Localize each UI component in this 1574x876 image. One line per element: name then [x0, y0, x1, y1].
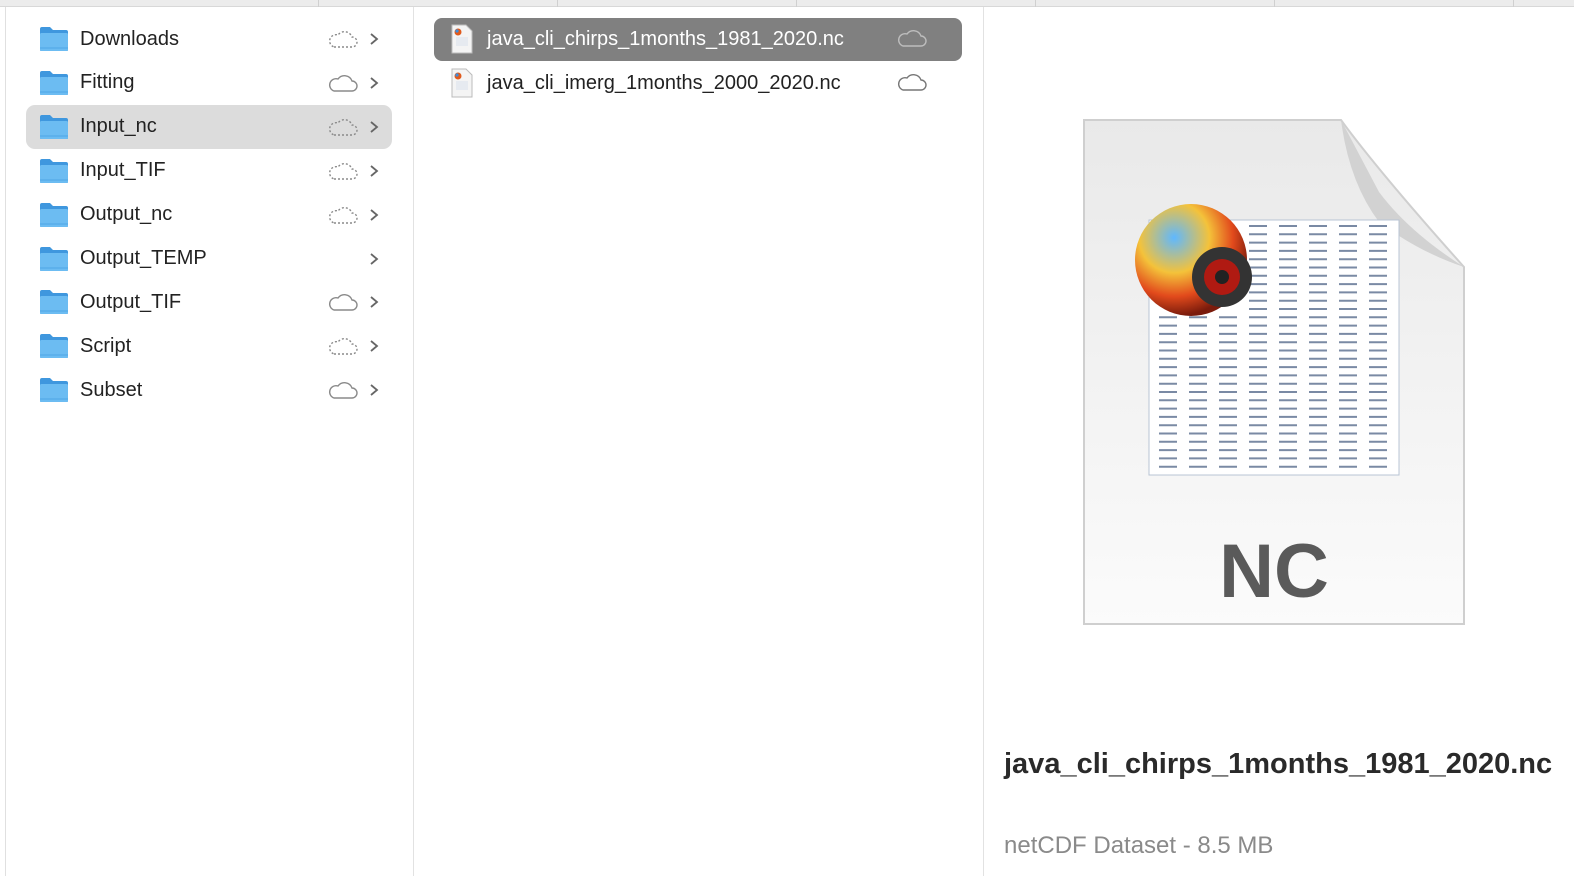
- folder-row[interactable]: Script: [26, 324, 392, 368]
- cloud-icon: [328, 382, 358, 399]
- folder-name: Input_TIF: [80, 159, 166, 182]
- chevron-right-icon: [370, 121, 379, 133]
- folder-row[interactable]: Downloads: [26, 17, 392, 61]
- chevron-right-icon: [370, 33, 379, 45]
- chevron-right-icon: [370, 340, 379, 352]
- folder-row[interactable]: Input_nc: [26, 104, 392, 149]
- cloud-icon: [328, 74, 358, 92]
- file-row[interactable]: java_cli_chirps_1months_1981_2020.nc: [434, 18, 962, 61]
- column-header-strip: [0, 0, 1574, 7]
- chevron-right-icon: [370, 252, 379, 265]
- chevron-right-icon: [370, 77, 379, 89]
- cloud-icon: [328, 294, 358, 312]
- folder-name: Fitting: [80, 71, 135, 94]
- folder-name: Output_TIF: [80, 290, 182, 313]
- folder-icon: [40, 27, 68, 51]
- folder-name: Output_nc: [80, 203, 173, 226]
- file-name: java_cli_chirps_1months_1981_2020.nc: [487, 28, 844, 50]
- cloud-dashed-icon: [328, 206, 358, 224]
- folder-row[interactable]: Input_TIF: [26, 149, 392, 193]
- folder-icon: [40, 114, 68, 139]
- folder-icon: [40, 334, 68, 359]
- chevron-right-icon: [370, 164, 379, 177]
- folder-icon: [40, 202, 68, 227]
- folder-row[interactable]: Fitting: [26, 61, 392, 105]
- file-row[interactable]: java_cli_imerg_1months_2000_2020.nc: [434, 62, 962, 105]
- chevron-right-icon: [370, 208, 379, 221]
- folder-name: Input_nc: [80, 115, 157, 138]
- netcdf-file-icon: [451, 24, 473, 54]
- folder-name: Output_TEMP: [80, 247, 207, 269]
- cloud-dashed-icon: [328, 118, 358, 136]
- folder-icon: [40, 290, 68, 315]
- folder-row[interactable]: Subset: [26, 368, 392, 412]
- preview-file-info: netCDF Dataset - 8.5 MB: [1004, 832, 1274, 859]
- folder-name: Downloads: [80, 27, 179, 50]
- cloud-dashed-icon: [328, 31, 358, 48]
- chevron-right-icon: [370, 296, 379, 309]
- cloud-dashed-icon: [328, 162, 358, 180]
- folder-row[interactable]: Output_TIF: [26, 280, 392, 324]
- preview-pane: NC java_cli_chirps_1months_1981_2020.nc …: [984, 7, 1574, 876]
- file-name: java_cli_imerg_1months_2000_2020.nc: [487, 72, 841, 94]
- folder-column: Downloads Fitting Input_nc Input_TIF Out…: [6, 7, 414, 876]
- folder-icon: [40, 70, 68, 95]
- folder-name: Script: [80, 334, 132, 357]
- folder-name: Subset: [80, 378, 143, 401]
- cloud-icon: [897, 74, 927, 91]
- folder-icon: [40, 158, 68, 183]
- preview-filename: java_cli_chirps_1months_1981_2020.nc: [1004, 748, 1553, 780]
- netcdf-file-icon: [451, 68, 473, 98]
- chevron-right-icon: [370, 384, 379, 396]
- file-column: java_cli_chirps_1months_1981_2020.nc jav…: [414, 7, 984, 876]
- cloud-icon: [897, 30, 927, 47]
- folder-icon: [40, 378, 68, 403]
- icon-label: NC: [1219, 529, 1329, 614]
- folder-icon: [40, 246, 68, 271]
- cloud-dashed-icon: [328, 338, 358, 355]
- folder-row[interactable]: Output_TEMP: [26, 237, 392, 281]
- folder-row[interactable]: Output_nc: [26, 193, 392, 237]
- netcdf-document-icon: NC: [1083, 119, 1465, 625]
